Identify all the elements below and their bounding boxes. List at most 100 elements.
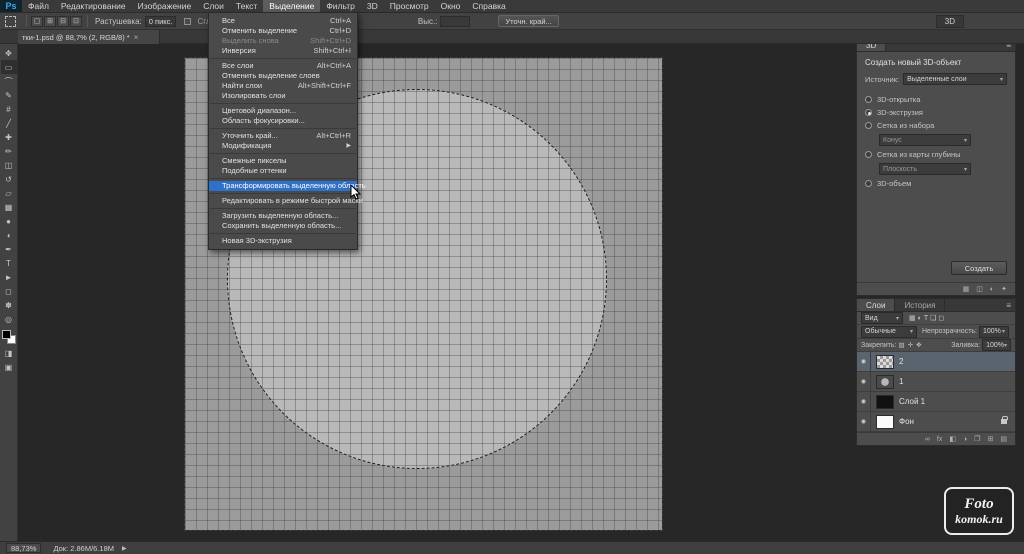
opacity-dropdown[interactable]: 100% ▾: [979, 325, 1009, 338]
antialias-checkbox[interactable]: [184, 17, 192, 25]
zoom-level-field[interactable]: 88,73%: [6, 543, 42, 553]
menu-item-similar[interactable]: Подобные оттенки: [209, 166, 357, 176]
lock-transparent-icon[interactable]: ▨: [898, 341, 904, 349]
menu-filter[interactable]: Фильтр: [320, 0, 361, 12]
brush-tool[interactable]: ✏: [1, 144, 17, 158]
menu-item-modify[interactable]: Модификация ▶: [209, 141, 357, 151]
layer-row[interactable]: ◉ 2: [857, 352, 1015, 372]
visibility-eye-icon[interactable]: ◉: [857, 392, 871, 411]
adjustment-layer-icon[interactable]: ◑: [963, 436, 967, 443]
close-icon[interactable]: ×: [134, 33, 139, 42]
layer-thumbnail[interactable]: [876, 374, 894, 389]
radio-icon[interactable]: [865, 180, 872, 187]
hand-tool[interactable]: ✽: [1, 298, 17, 312]
filter-shape-icon[interactable]: ❏: [930, 314, 936, 322]
layer-thumbnail[interactable]: [876, 414, 894, 429]
menu-file[interactable]: Файл: [22, 0, 55, 12]
lasso-tool[interactable]: ⌒: [1, 74, 17, 88]
visibility-eye-icon[interactable]: ◉: [857, 412, 871, 431]
layer-thumbnail[interactable]: [876, 394, 894, 409]
visibility-eye-icon[interactable]: ◉: [857, 352, 871, 371]
blend-mode-dropdown[interactable]: Обычные ▾: [861, 325, 917, 338]
lights-icon[interactable]: ✦: [1001, 285, 1007, 293]
scene-icon[interactable]: ▦: [963, 285, 970, 293]
move-tool[interactable]: ✥: [1, 46, 17, 60]
radio-icon[interactable]: [865, 151, 872, 158]
layer-thumbnail[interactable]: [876, 354, 894, 369]
type-tool[interactable]: T: [1, 256, 17, 270]
tab-layers[interactable]: Слои: [857, 299, 896, 311]
filter-smart-object-icon[interactable]: ◻: [938, 314, 944, 322]
menu-item-isolate-layers[interactable]: Изолировать слои: [209, 91, 357, 101]
menu-item-transform-selection[interactable]: Трансформировать выделенную область: [209, 181, 366, 191]
foreground-color-swatch[interactable]: [1, 330, 11, 339]
menu-select[interactable]: Выделение: [263, 0, 321, 12]
menu-item-save-selection[interactable]: Сохранить выделенную область...: [209, 221, 357, 231]
shape-tool[interactable]: ◻: [1, 284, 17, 298]
clone-stamp-tool[interactable]: ◫: [1, 158, 17, 172]
layer-group-icon[interactable]: ❐: [974, 435, 980, 443]
lock-all-icon[interactable]: ✥: [916, 341, 921, 349]
screen-mode-button[interactable]: ▣: [1, 360, 17, 374]
crop-tool[interactable]: #: [1, 102, 17, 116]
filter-type-dropdown[interactable]: Вид ▾: [861, 312, 903, 324]
materials-icon[interactable]: ◐: [990, 286, 994, 293]
layer-row-background[interactable]: ◉ Фон: [857, 412, 1015, 432]
menu-item-deselect[interactable]: Отменить выделение Ctrl+D: [209, 26, 357, 36]
radio-icon[interactable]: [865, 109, 872, 116]
path-selection-tool[interactable]: ►: [1, 270, 17, 284]
status-arrow-icon[interactable]: ▶: [122, 545, 127, 552]
rectangular-marquee-tool[interactable]: ▭: [0, 60, 17, 74]
filter-type-icon[interactable]: T: [924, 315, 928, 322]
option-depth-map[interactable]: Сетка из карты глубины: [857, 148, 1015, 161]
layer-row[interactable]: ◉ 1: [857, 372, 1015, 392]
add-to-selection-icon[interactable]: ⊞: [44, 15, 56, 27]
subtract-from-selection-icon[interactable]: ⊟: [57, 15, 69, 27]
menu-item-quick-mask-mode[interactable]: Редактировать в режиме быстрой маски: [209, 196, 363, 206]
menu-item-grow[interactable]: Смежные пикселы: [209, 156, 357, 166]
workspace-switcher[interactable]: 3D: [935, 14, 964, 28]
new-selection-icon[interactable]: ▢: [31, 15, 43, 27]
menu-3d[interactable]: 3D: [361, 0, 384, 12]
radio-icon[interactable]: [865, 96, 872, 103]
blur-tool[interactable]: ●: [1, 214, 17, 228]
menu-item-color-range[interactable]: Цветовой диапазон...: [209, 106, 357, 116]
eraser-tool[interactable]: ▱: [1, 186, 17, 200]
create-button[interactable]: Создать: [951, 261, 1007, 275]
menu-help[interactable]: Справка: [466, 0, 511, 12]
radio-icon[interactable]: [865, 122, 872, 129]
lock-position-icon[interactable]: ✛: [908, 341, 913, 349]
source-dropdown[interactable]: Выделенные слои ▾: [903, 73, 1007, 85]
layer-mask-icon[interactable]: ◧: [949, 435, 956, 443]
menu-type[interactable]: Текст: [230, 0, 263, 12]
history-brush-tool[interactable]: ↺: [1, 172, 17, 186]
meshes-icon[interactable]: ◫: [976, 285, 983, 293]
menu-edit[interactable]: Редактирование: [55, 0, 132, 12]
eyedropper-tool[interactable]: ╱: [1, 116, 17, 130]
visibility-eye-icon[interactable]: ◉: [857, 372, 871, 391]
menu-item-deselect-layers[interactable]: Отменить выделение слоев: [209, 71, 357, 81]
menu-item-inverse[interactable]: Инверсия Shift+Ctrl+I: [209, 46, 357, 56]
mesh-preset-dropdown[interactable]: Конус ▾: [879, 134, 971, 146]
layer-effects-icon[interactable]: fx: [937, 436, 942, 443]
color-swatches[interactable]: [1, 330, 16, 344]
dodge-tool[interactable]: ◖: [1, 228, 17, 242]
quick-mask-button[interactable]: ◨: [1, 346, 17, 360]
panel-menu-icon[interactable]: ≡: [1002, 299, 1015, 311]
menu-item-find-layers[interactable]: Найти слои Alt+Shift+Ctrl+F: [209, 81, 357, 91]
menu-view[interactable]: Просмотр: [384, 0, 435, 12]
option-3d-extrusion[interactable]: 3D-экструзия: [857, 106, 1015, 119]
layer-row[interactable]: ◉ Слой 1: [857, 392, 1015, 412]
document-tab[interactable]: тки-1.psd @ 88,7% (2, RGB/8) * ×: [18, 30, 160, 44]
menu-item-new-3d-extrusion[interactable]: Новая 3D-экструзия: [209, 236, 357, 246]
filter-pixel-icon[interactable]: ▦: [909, 314, 916, 322]
height-input[interactable]: [440, 15, 471, 27]
menu-item-focus-area[interactable]: Область фокусировки...: [209, 116, 357, 126]
filter-adjustment-icon[interactable]: ◐: [918, 315, 922, 322]
option-3d-volume[interactable]: 3D-объем: [857, 177, 1015, 190]
menu-image[interactable]: Изображение: [132, 0, 198, 12]
intersect-selection-icon[interactable]: ⊡: [70, 15, 82, 27]
menu-window[interactable]: Окно: [435, 0, 467, 12]
refine-edge-button[interactable]: Уточн. край...: [498, 15, 559, 27]
depth-map-dropdown[interactable]: Плоскость ▾: [879, 163, 971, 175]
